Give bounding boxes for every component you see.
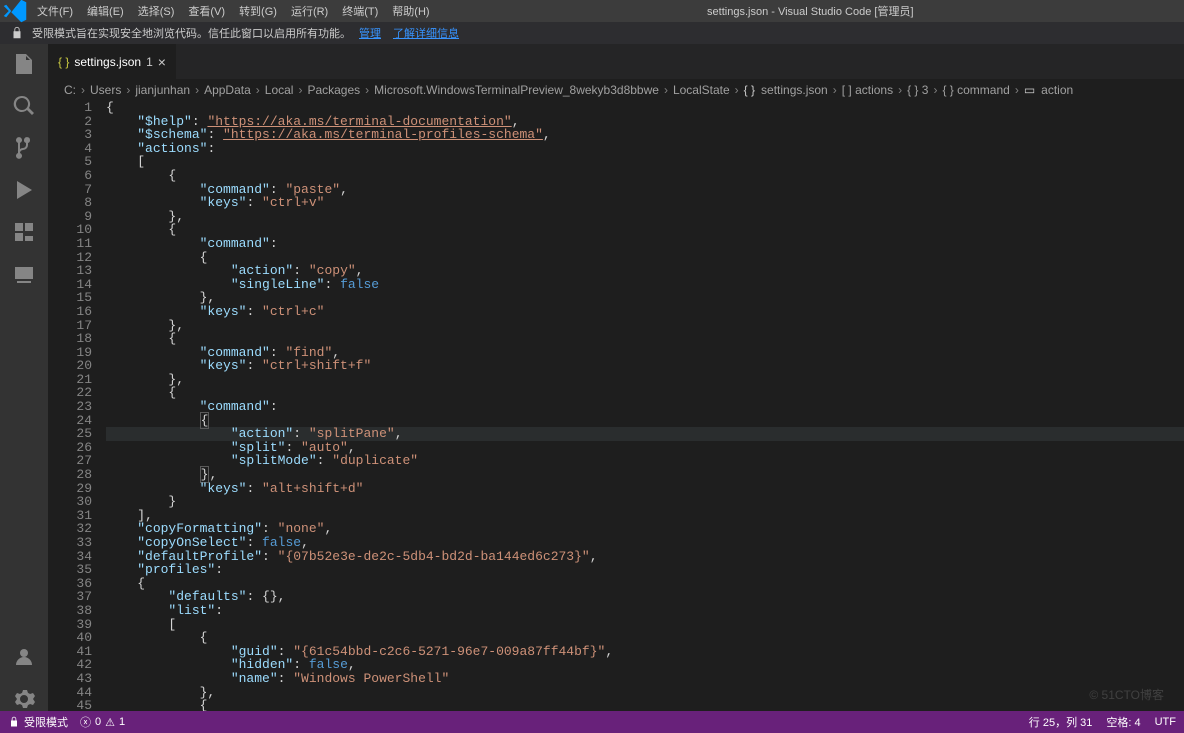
json-file-icon: { } xyxy=(58,55,69,69)
tab-modified-badge: 1 xyxy=(146,55,153,69)
breadcrumb[interactable]: C:› Users› jianjunhan› AppData› Local› P… xyxy=(48,79,1184,101)
breadcrumb-item[interactable]: [ ] actions xyxy=(842,83,893,97)
search-icon[interactable] xyxy=(12,94,36,118)
run-debug-icon[interactable] xyxy=(12,178,36,202)
restricted-mode-bar: 受限模式旨在实现安全地浏览代码。信任此窗口以启用所有功能。 管理 了解详细信息 xyxy=(0,22,1184,44)
learn-more-link[interactable]: 了解详细信息 xyxy=(393,25,459,41)
settings-gear-icon[interactable] xyxy=(12,687,36,711)
remote-icon[interactable] xyxy=(12,262,36,286)
status-indent[interactable]: 空格: 4 xyxy=(1106,714,1140,730)
accounts-icon[interactable] xyxy=(12,645,36,669)
status-bar: 受限模式 ⓧ0 ⚠1 行 25，列 31 空格: 4 UTF xyxy=(0,711,1184,733)
menu-run[interactable]: 运行(R) xyxy=(284,1,335,21)
breadcrumb-item[interactable]: Microsoft.WindowsTerminalPreview_8wekyb3… xyxy=(374,83,659,97)
breadcrumb-item[interactable]: settings.json xyxy=(761,83,828,97)
code-content[interactable]: { "$help": "https://aka.ms/terminal-docu… xyxy=(106,101,1184,711)
tab-label: settings.json xyxy=(74,55,141,69)
breadcrumb-item[interactable]: Users xyxy=(90,83,121,97)
manage-link[interactable]: 管理 xyxy=(359,25,381,41)
close-icon[interactable]: × xyxy=(158,54,166,70)
menu-go[interactable]: 转到(G) xyxy=(232,1,284,21)
title-bar: 文件(F) 编辑(E) 选择(S) 查看(V) 转到(G) 运行(R) 终端(T… xyxy=(0,0,1184,22)
menu-selection[interactable]: 选择(S) xyxy=(131,1,182,21)
breadcrumb-item[interactable]: Local xyxy=(265,83,294,97)
menu-help[interactable]: 帮助(H) xyxy=(385,1,436,21)
breadcrumb-item[interactable]: AppData xyxy=(204,83,251,97)
breadcrumb-item[interactable]: { } 3 xyxy=(907,83,928,97)
status-restricted[interactable]: 受限模式 xyxy=(8,714,68,730)
status-problems[interactable]: ⓧ0 ⚠1 xyxy=(80,714,125,730)
lock-icon xyxy=(8,716,20,728)
menu-terminal[interactable]: 终端(T) xyxy=(335,1,385,21)
status-encoding[interactable]: UTF xyxy=(1155,716,1176,728)
breadcrumb-item[interactable]: { } command xyxy=(942,83,1009,97)
breadcrumb-item[interactable]: C: xyxy=(64,83,76,97)
menu-file[interactable]: 文件(F) xyxy=(30,1,80,21)
tab-settings-json[interactable]: { } settings.json 1 × xyxy=(48,44,177,79)
breadcrumb-item[interactable]: Packages xyxy=(307,83,360,97)
menu-edit[interactable]: 编辑(E) xyxy=(80,1,131,21)
breadcrumb-item[interactable]: jianjunhan xyxy=(135,83,190,97)
window-title: settings.json - Visual Studio Code [管理员] xyxy=(437,3,1184,19)
breadcrumb-item[interactable]: action xyxy=(1041,83,1073,97)
menu-view[interactable]: 查看(V) xyxy=(181,1,232,21)
status-cursor-pos[interactable]: 行 25，列 31 xyxy=(1029,714,1093,730)
editor[interactable]: 1234567891011121314151617181920212223242… xyxy=(48,101,1184,711)
lock-icon xyxy=(10,26,24,40)
line-gutter: 1234567891011121314151617181920212223242… xyxy=(48,101,106,711)
activity-bar xyxy=(0,44,48,711)
restricted-text: 受限模式旨在实现安全地浏览代码。信任此窗口以启用所有功能。 xyxy=(32,25,351,41)
vscode-logo-icon xyxy=(0,0,30,26)
extensions-icon[interactable] xyxy=(12,220,36,244)
explorer-icon[interactable] xyxy=(12,52,36,76)
tab-bar: { } settings.json 1 × xyxy=(48,44,1184,79)
breadcrumb-item[interactable]: LocalState xyxy=(673,83,730,97)
source-control-icon[interactable] xyxy=(12,136,36,160)
watermark: © 51CTO博客 xyxy=(1089,686,1164,703)
